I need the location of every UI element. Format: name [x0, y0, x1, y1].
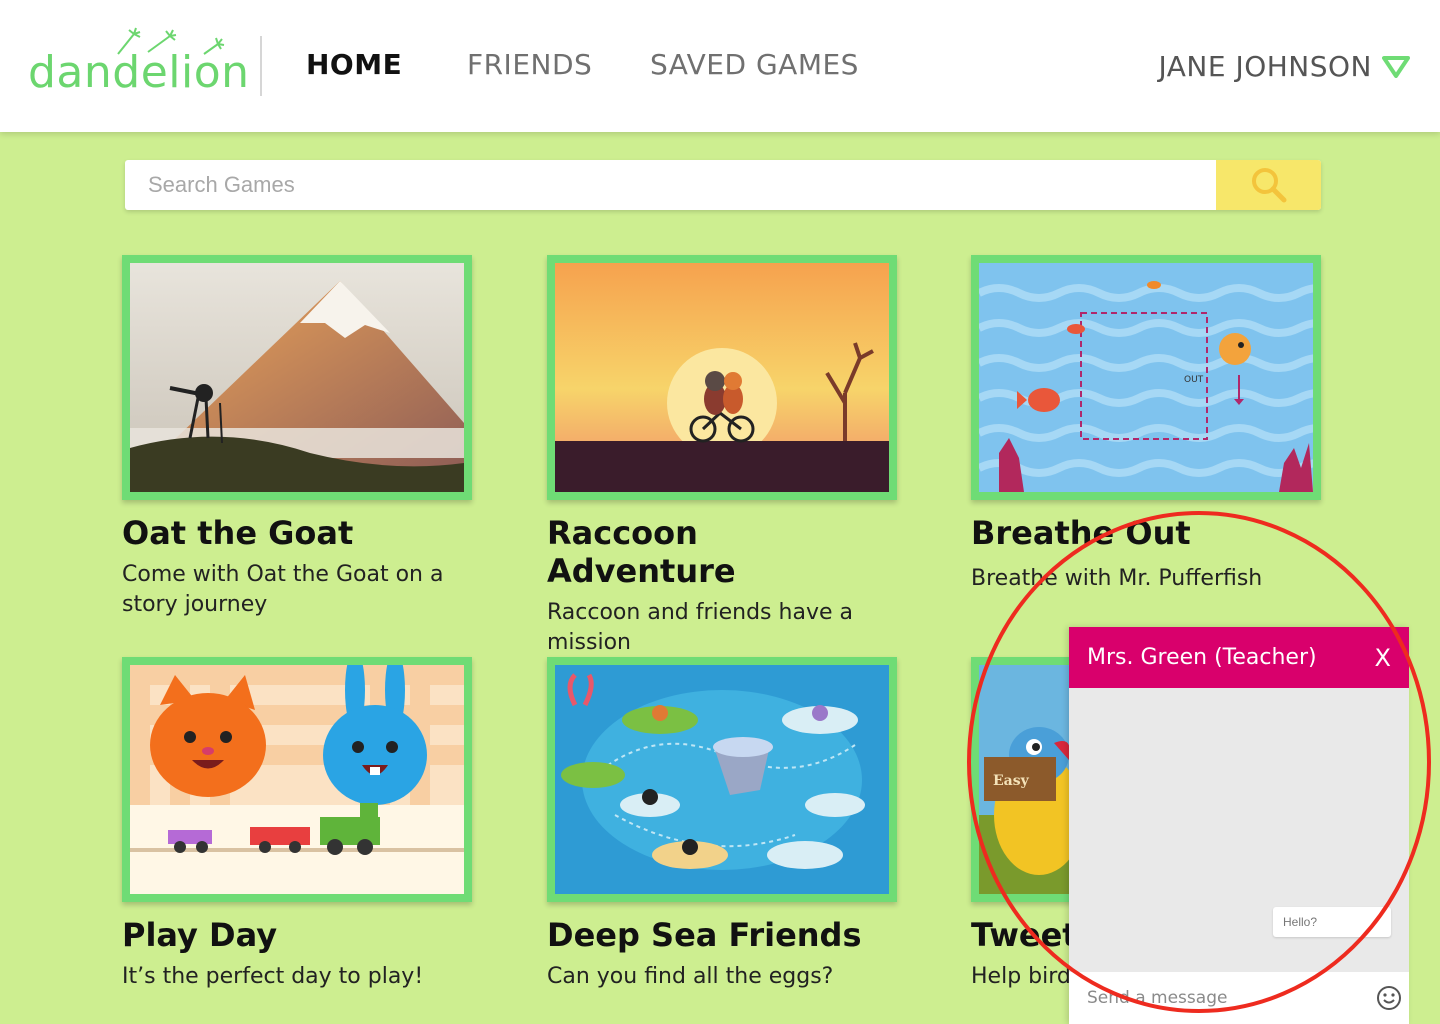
- game-card-play-day[interactable]: Play Day It’s the perfect day to play!: [122, 657, 472, 992]
- game-title[interactable]: Breathe Out: [971, 514, 1321, 552]
- game-thumbnail[interactable]: OUT: [971, 255, 1321, 500]
- game-thumbnail[interactable]: [547, 255, 897, 500]
- breathe-out-label: OUT: [1184, 375, 1204, 385]
- dandelion-logo[interactable]: dandelion: [28, 24, 249, 104]
- game-thumbnail[interactable]: [122, 657, 472, 902]
- sunset-bike-illustration: [555, 263, 889, 492]
- difficulty-label: Easy: [993, 773, 1030, 789]
- game-card-breathe-out[interactable]: OUT Breathe Out Breathe with Mr. Pufferf…: [971, 255, 1321, 594]
- search-icon: [1251, 168, 1286, 203]
- chat-close-button[interactable]: X: [1375, 644, 1391, 672]
- nav-saved-games[interactable]: SAVED GAMES: [650, 48, 859, 81]
- game-description: Can you find all the eggs?: [547, 964, 834, 989]
- nav-friends[interactable]: FRIENDS: [467, 48, 592, 81]
- search-button[interactable]: [1216, 160, 1321, 210]
- game-thumbnail[interactable]: [122, 255, 472, 500]
- play-day-illustration: [130, 665, 464, 894]
- chat-header: Mrs. Green (Teacher) X: [1069, 627, 1409, 688]
- game-card-deep-sea-friends[interactable]: Deep Sea Friends Can you find all the eg…: [547, 657, 897, 992]
- top-nav-bar: dandelion HOME FRIENDS SAVED GAMES JANE …: [0, 0, 1440, 132]
- search-bar: [125, 160, 1321, 210]
- user-menu[interactable]: JANE JOHNSON: [1158, 50, 1410, 83]
- chat-message: Hello?: [1273, 907, 1391, 937]
- header-divider: [260, 36, 262, 96]
- game-card-raccoon-adventure[interactable]: Raccoon Adventure Raccoon and friends ha…: [547, 255, 897, 658]
- logo-text: dandelion: [28, 47, 250, 98]
- chat-title: Mrs. Green (Teacher): [1087, 645, 1317, 670]
- nav-home[interactable]: HOME: [306, 48, 402, 81]
- game-description: Raccoon and friends have a mission: [547, 600, 853, 655]
- game-description: Breathe with Mr. Pufferfish: [971, 566, 1263, 591]
- chat-panel: Mrs. Green (Teacher) X Hello?: [1069, 627, 1409, 1024]
- game-description: Come with Oat the Goat on a story journe…: [122, 562, 444, 617]
- mountain-illustration: [130, 263, 464, 492]
- search-input[interactable]: [125, 160, 1216, 210]
- ocean-breathing-illustration: OUT: [979, 263, 1313, 492]
- game-title[interactable]: Raccoon Adventure: [547, 514, 897, 590]
- chevron-down-icon: [1382, 55, 1410, 78]
- game-title[interactable]: Deep Sea Friends: [547, 916, 897, 954]
- emoji-button[interactable]: [1369, 985, 1409, 1011]
- game-description: It’s the perfect day to play!: [122, 964, 424, 989]
- chat-message-input[interactable]: [1069, 988, 1369, 1008]
- user-name: JANE JOHNSON: [1158, 50, 1372, 83]
- game-title[interactable]: Oat the Goat: [122, 514, 472, 552]
- chat-input-bar: [1069, 972, 1409, 1024]
- game-title[interactable]: Play Day: [122, 916, 472, 954]
- game-thumbnail[interactable]: [547, 657, 897, 902]
- sea-map-illustration: [555, 665, 889, 894]
- smiley-icon: [1377, 986, 1401, 1010]
- game-card-oat-the-goat[interactable]: Oat the Goat Come with Oat the Goat on a…: [122, 255, 472, 620]
